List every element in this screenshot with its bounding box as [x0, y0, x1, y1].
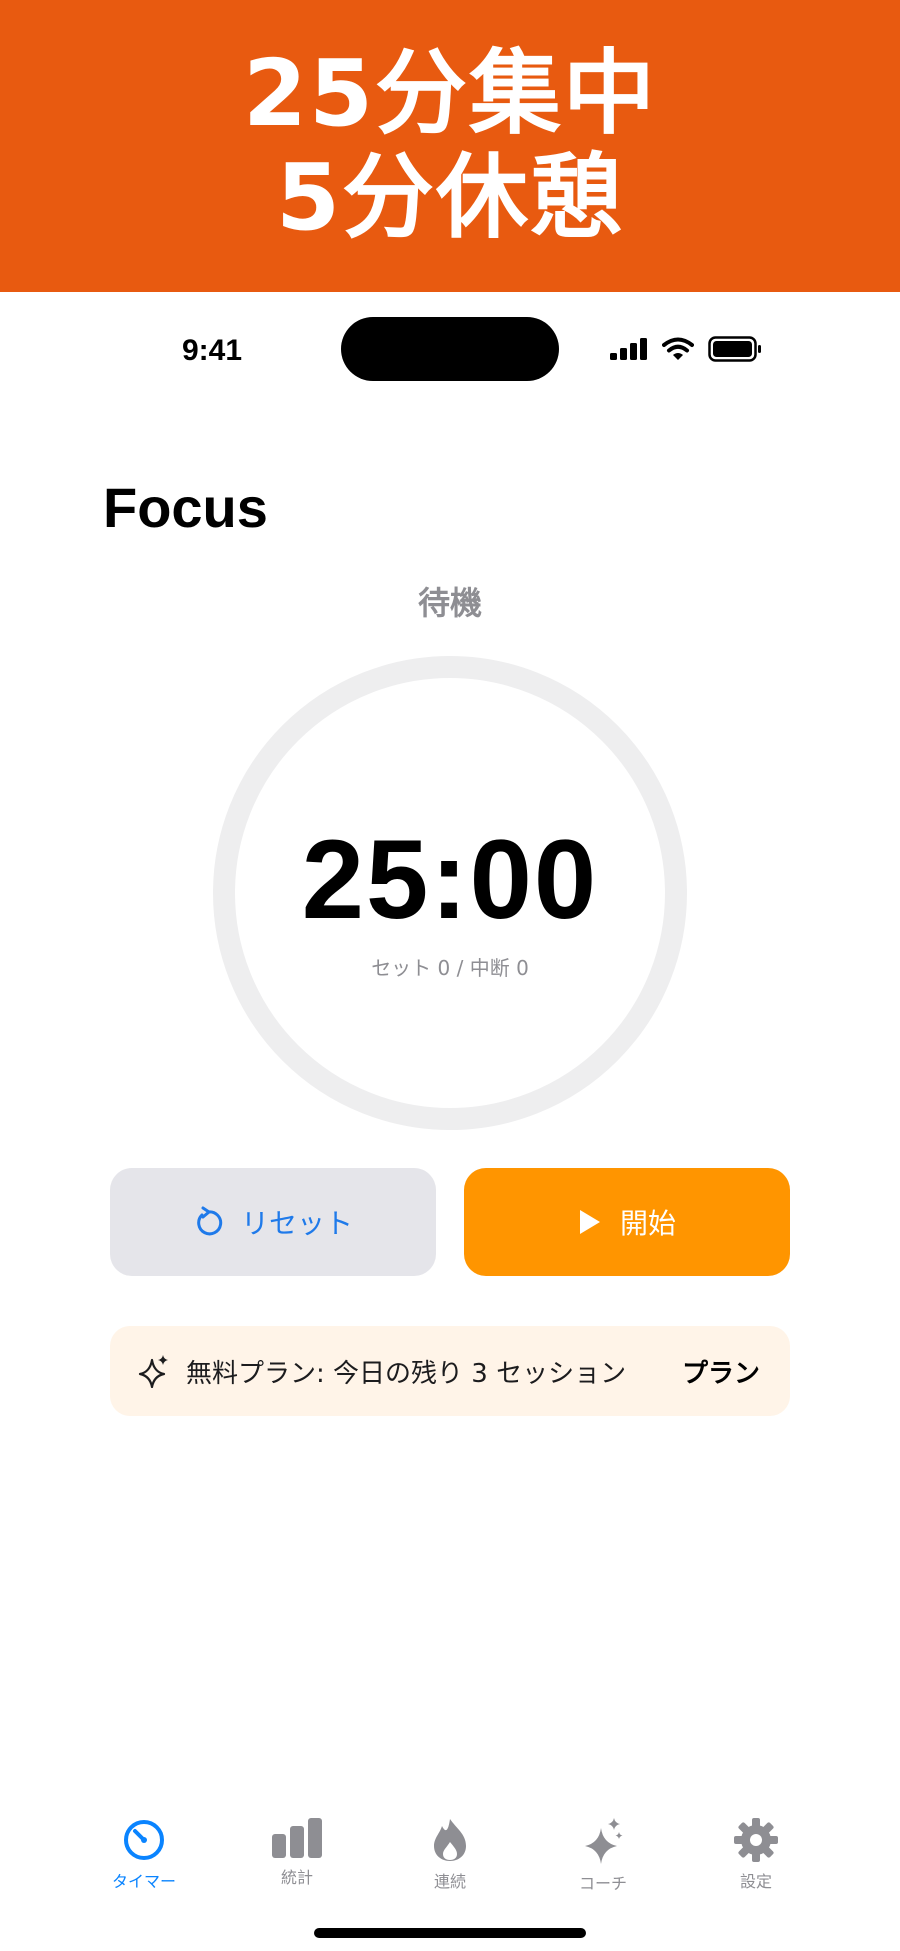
- cellular-signal-icon: [610, 338, 647, 360]
- timer-state-label: 待機: [417, 584, 482, 622]
- reset-icon: [197, 1206, 223, 1236]
- status-time: 9:41: [182, 334, 243, 367]
- tab-label: 連続: [433, 1872, 466, 1891]
- banner-line-2: 5分休憩: [275, 144, 624, 251]
- tab-label: 統計: [280, 1868, 313, 1887]
- tab-label: コーチ: [578, 1874, 627, 1893]
- banner-line-1: 25分集中: [242, 40, 658, 147]
- tab-timer[interactable]: タイマー: [84, 1818, 204, 1892]
- tab-bar: タイマー 統計 連続 コーチ 設定: [0, 1800, 900, 1910]
- tab-label: 設定: [739, 1872, 772, 1891]
- bar-chart-icon: [272, 1818, 322, 1858]
- plan-status-text: 無料プラン: 今日の残り 3 セッション: [186, 1358, 627, 1389]
- start-button-label: 開始: [619, 1207, 676, 1240]
- play-icon: [579, 1210, 600, 1234]
- tab-streak[interactable]: 連続: [390, 1818, 510, 1892]
- plan-banner: 無料プラン: 今日の残り 3 セッション プラン: [110, 1326, 790, 1416]
- timer-icon: [124, 1820, 164, 1860]
- promo-banner: 25分集中 5分休憩: [0, 0, 900, 292]
- status-bar: 9:41: [0, 292, 900, 402]
- dynamic-island: [341, 317, 559, 381]
- tab-settings[interactable]: 設定: [696, 1818, 816, 1892]
- flame-icon: [434, 1819, 466, 1861]
- sparkles-icon: [138, 1355, 168, 1388]
- session-counts: セット 0 / 中断 0: [371, 956, 529, 980]
- gear-icon: [734, 1818, 778, 1862]
- sparkles-icon: [585, 1818, 623, 1864]
- timer-display: 25:00: [301, 817, 599, 942]
- reset-button-label: リセット: [240, 1207, 353, 1240]
- tab-coach[interactable]: コーチ: [543, 1818, 663, 1894]
- wifi-icon: [662, 337, 694, 360]
- tab-label: タイマー: [111, 1872, 176, 1891]
- page-title: Focus: [103, 476, 268, 539]
- status-icons: [610, 336, 762, 362]
- start-button[interactable]: 開始: [464, 1168, 790, 1276]
- home-indicator: [314, 1928, 586, 1938]
- tab-stats[interactable]: 統計: [237, 1818, 357, 1888]
- reset-button[interactable]: リセット: [110, 1168, 436, 1276]
- battery-icon: [708, 336, 761, 362]
- plan-link[interactable]: プラン: [682, 1353, 760, 1390]
